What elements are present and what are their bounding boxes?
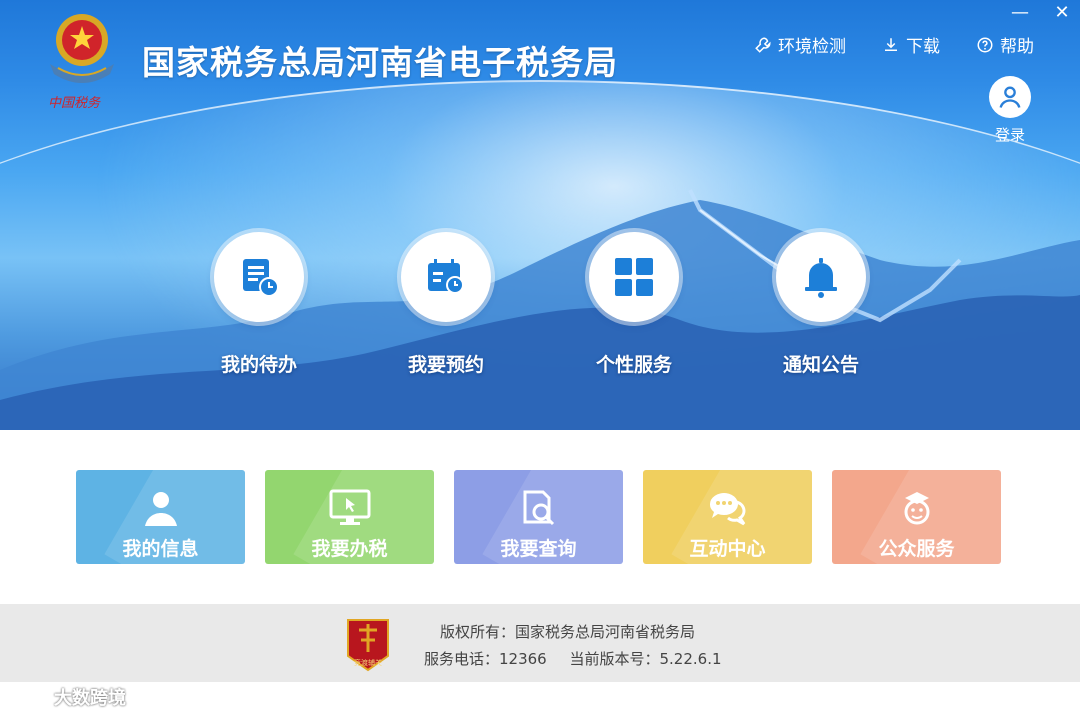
minimize-button[interactable]: — (1010, 2, 1030, 23)
watermark-text: 大数跨境 (54, 688, 126, 709)
appointment-button[interactable]: 我要预约 (376, 232, 516, 377)
search-doc-icon (523, 490, 554, 526)
my-todo-button[interactable]: 我的待办 (189, 232, 329, 377)
my-todo-label: 我的待办 (220, 354, 297, 376)
tile-query[interactable]: 我要查询 (454, 470, 623, 564)
wrench-icon (755, 36, 771, 53)
footer: 竞渡辅关 版权所有：国家税务总局河南省税务局 服务电话：12366 当前版本号：… (0, 604, 1080, 682)
badge-text: 竞渡辅关 (354, 659, 382, 667)
service-tiles: 我的信息 我要办税 我要查询 互动中心 公众服务 (76, 470, 1001, 564)
notice-button[interactable]: 通知公告 (751, 232, 891, 377)
tile-public-service-label: 公众服务 (878, 538, 955, 560)
login-button[interactable]: 登录 (988, 76, 1032, 145)
notice-label: 通知公告 (782, 354, 859, 376)
help-label: 帮助 (1000, 37, 1034, 57)
tile-do-tax-label: 我要办税 (311, 538, 388, 560)
chat-icon (709, 493, 745, 526)
watermark-logo-icon (11, 688, 48, 706)
close-button[interactable]: ✕ (1052, 2, 1072, 23)
env-check-link[interactable]: 环境检测 (754, 32, 846, 57)
download-link[interactable]: 下载 (882, 32, 940, 57)
download-icon (885, 37, 897, 51)
login-label: 登录 (994, 126, 1025, 144)
tile-public-service[interactable]: 公众服务 (832, 470, 1001, 564)
site-title: 国家税务总局河南省电子税务局 (142, 43, 618, 82)
party-badge-logo: 竞渡辅关 (343, 614, 393, 674)
personal-service-label: 个性服务 (595, 354, 672, 376)
tile-query-label: 我要查询 (500, 538, 577, 560)
download-label: 下载 (906, 37, 940, 57)
todo-icon (243, 259, 279, 297)
tax-emblem-logo: 中国税务 (40, 8, 124, 112)
tile-interaction-label: 互动中心 (689, 538, 766, 560)
copyright-text: 版权所有：国家税务总局河南省税务局 (440, 623, 696, 641)
emblem-caption: 中国税务 (48, 96, 101, 111)
bell-icon (805, 258, 837, 298)
great-wall-mountains (0, 189, 1080, 430)
grid-icon (615, 258, 653, 296)
help-icon (977, 37, 993, 52)
watermark: 大数跨境 (10, 684, 126, 710)
monitor-icon (329, 489, 370, 525)
calendar-icon (428, 259, 464, 294)
tile-my-info[interactable]: 我的信息 (76, 470, 245, 564)
user-icon (144, 492, 177, 526)
tile-interaction[interactable]: 互动中心 (643, 470, 812, 564)
env-check-label: 环境检测 (778, 37, 846, 57)
service-phone: 服务电话：12366 (424, 650, 547, 668)
user-avatar-icon (989, 76, 1031, 118)
appointment-label: 我要预约 (407, 354, 484, 376)
tile-do-tax[interactable]: 我要办税 (265, 470, 434, 564)
version-number: 当前版本号：5.22.6.1 (569, 650, 722, 668)
hero-banner: — ✕ 中国税务 国家税务总局河南省电子税务局 环境检测 下载 帮助 登录 我的… (0, 0, 1080, 430)
footer-info: 服务电话：12366 当前版本号：5.22.6.1 (424, 648, 740, 669)
help-link[interactable]: 帮助 (976, 32, 1034, 57)
tile-my-info-label: 我的信息 (122, 538, 199, 560)
personal-service-button[interactable]: 个性服务 (564, 232, 704, 377)
face-icon (904, 492, 929, 525)
